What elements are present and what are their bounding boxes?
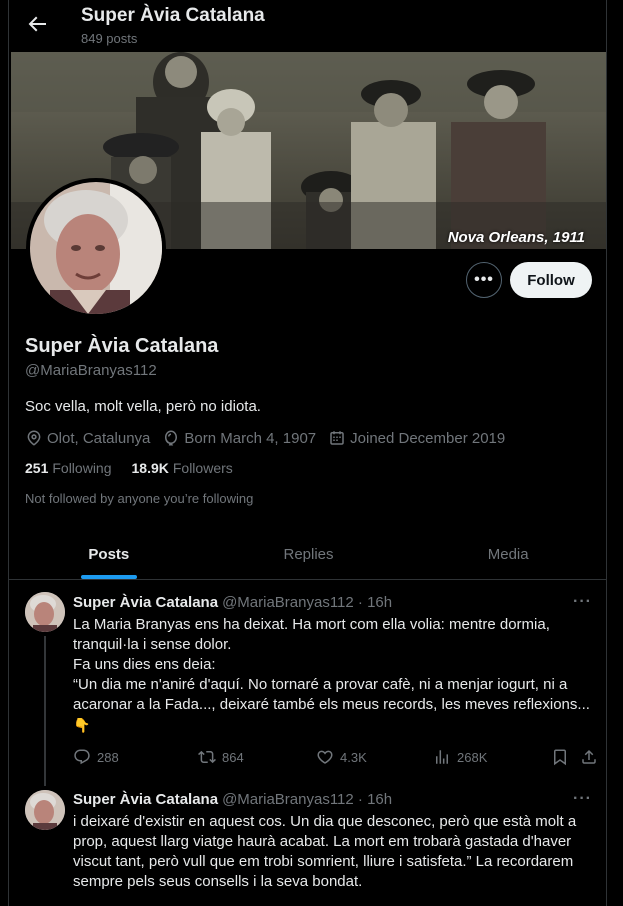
tweet-paragraph: La Maria Branyas ens ha deixat. Ha mort … [73,616,550,653]
tweet-author-name[interactable]: Super Àvia Catalana [73,594,218,611]
active-tab-indicator [80,575,137,579]
profile-bio: Soc vella, molt vella, però no idiota. [25,398,261,415]
like-action[interactable]: 4.3K [316,748,367,766]
tweet-actions: 288 864 4.3K 268K [73,744,596,772]
share-icon [582,749,596,764]
repost-action[interactable]: 864 [198,748,244,766]
profile-column: Super Àvia Catalana 849 posts Nova Orlea… [8,0,607,906]
following-count: 251 [25,460,49,476]
tweet-author-name[interactable]: Super Àvia Catalana [73,791,218,808]
follow-stats: 251 Following 18.9K Followers [25,460,253,476]
header-title: Super Àvia Catalana [81,5,265,26]
profile-handle: @MariaBranyas112 [25,362,157,379]
calendar-icon [330,431,344,445]
banner-caption: Nova Orleans, 1911 [447,229,585,246]
tab-replies[interactable]: Replies [209,530,409,579]
tweet-header: Super Àvia Catalana @MariaBranyas112 · 1… [73,791,392,808]
bookmark-icon [554,749,566,766]
repost-count: 864 [222,749,244,765]
top-bar: Super Àvia Catalana 849 posts [9,0,606,52]
thread-line [44,636,46,786]
tweet-paragraph: i deixaré d'existir en aquest cos. Un di… [73,813,577,890]
following-link[interactable]: 251 Following [25,460,112,476]
tweet-text: La Maria Branyas ens ha deixat. Ha mort … [73,615,593,736]
profile-avatar[interactable] [26,178,166,318]
tab-media[interactable]: Media [408,530,606,579]
reply-icon [74,749,90,765]
back-arrow-icon[interactable] [25,12,49,36]
tab-posts-label: Posts [88,546,130,563]
tweet-handle-time[interactable]: @MariaBranyas112 · 16h [222,594,392,611]
profile-meta: Olot, Catalunya Born March 4, 1907 Joine… [25,429,517,447]
not-followed-note: Not followed by anyone you’re following [25,491,254,506]
tab-posts[interactable]: Posts [9,530,209,579]
birthday-item: Born March 4, 1907 [162,429,316,447]
reply-count: 288 [97,749,119,765]
tab-replies-label: Replies [283,546,334,563]
share-action[interactable] [580,748,604,766]
follow-button[interactable]: Follow [510,262,592,298]
views-action[interactable]: 268K [433,748,487,766]
balloon-icon [165,430,178,446]
tab-media-label: Media [487,546,529,563]
tweet-avatar[interactable] [25,592,65,632]
location-item: Olot, Catalunya [25,429,150,447]
tweet-more-button[interactable]: ··· [573,790,592,808]
tweet-avatar-photo [25,790,65,830]
profile-name: Super Àvia Catalana [25,335,219,357]
bookmark-action[interactable] [551,748,575,766]
tweet-avatar-photo [25,592,65,632]
reply-action[interactable]: 288 [73,748,119,766]
tweet-text: i deixaré d'existir en aquest cos. Un di… [73,812,593,892]
followers-count: 18.9K [131,460,169,476]
heart-icon [317,750,333,764]
tweet-handle-time[interactable]: @MariaBranyas112 · 16h [222,791,392,808]
views-count: 268K [457,749,488,765]
tweet-avatar[interactable] [25,790,65,830]
profile-tabs: Posts Replies Media [9,530,606,580]
tweet-quote-text: “Un dia me n'aniré d'aquí. No tornaré a … [73,676,590,713]
views-chart-icon [436,750,448,764]
avatar-photo [30,182,162,314]
tweet[interactable]: Super Àvia Catalana @MariaBranyas112 · 1… [9,783,606,906]
tweet-paragraph: “Un dia me n'aniré d'aquí. No tornaré a … [73,675,593,736]
tweet-paragraph: Fa uns dies ens deia: [73,656,216,673]
tweet-header: Super Àvia Catalana @MariaBranyas112 · 1… [73,594,392,611]
more-options-button[interactable]: ••• [466,262,502,298]
joined-item: Joined December 2019 [328,429,505,447]
pointing-down-emoji: 👇 [73,717,91,733]
joined-text: Joined December 2019 [350,429,506,447]
repost-icon [198,750,216,764]
followers-label: Followers [172,460,233,476]
birthday-text: Born March 4, 1907 [184,429,317,447]
followers-link[interactable]: 18.9K Followers [132,460,233,476]
like-count: 4.3K [340,749,367,765]
post-count: 849 posts [81,31,138,46]
tweet-more-button[interactable]: ··· [573,593,592,611]
location-text: Olot, Catalunya [47,429,151,447]
following-label: Following [52,460,112,476]
location-pin-icon [27,430,41,446]
